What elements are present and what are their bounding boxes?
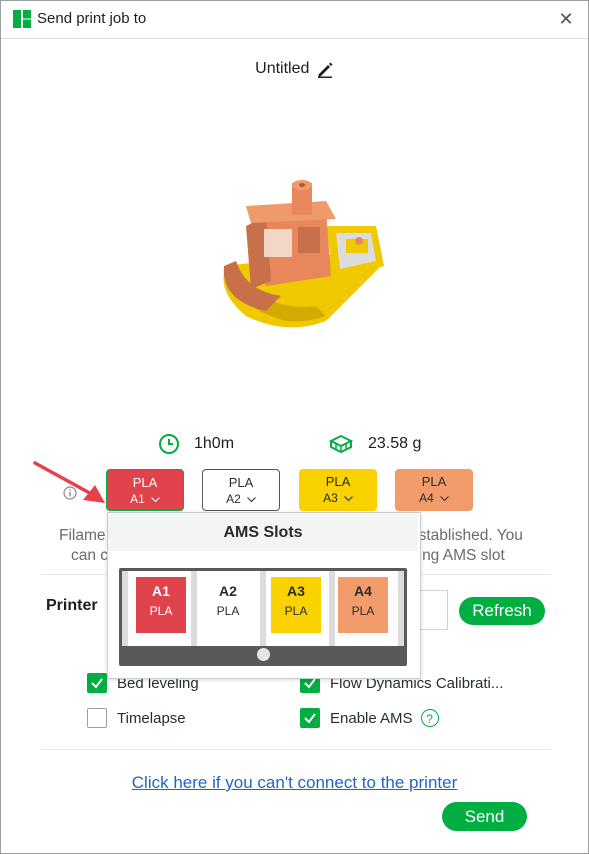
chevron-down-icon: [150, 497, 160, 503]
ams-slot-a3[interactable]: A3 PLA: [271, 577, 321, 633]
filament-type: PLA: [325, 474, 351, 489]
enable-ams-checkbox[interactable]: [300, 708, 320, 728]
red-arrow-icon: [33, 461, 105, 503]
chevron-down-icon: [439, 496, 449, 502]
ams-slot-id: A3: [287, 583, 305, 599]
filament-hint-text-2a: can c: [71, 547, 109, 564]
enable-ams-label: Enable AMS: [330, 709, 413, 727]
ams-slot-a2[interactable]: A2 PLA: [203, 577, 253, 633]
option-timelapse[interactable]: Timelapse: [87, 708, 186, 728]
filament-spool-icon: [328, 434, 354, 454]
timelapse-label: Timelapse: [117, 709, 186, 727]
window-title: Send print job to: [37, 10, 147, 27]
divider: [41, 749, 551, 750]
ams-slots-popup: AMS Slots A1 PLA A2 PLA A3 PLA A4 PLA: [107, 512, 421, 679]
title-bar: Send print job to ✕: [1, 1, 588, 39]
print-time-value: 1h0m: [194, 435, 235, 452]
job-name: Untitled: [255, 60, 310, 77]
model-preview-image: [223, 180, 384, 328]
connection-help-link[interactable]: Click here if you can't connect to the p…: [1, 773, 588, 793]
option-enable-ams[interactable]: Enable AMS ?: [300, 708, 439, 728]
send-button[interactable]: Send: [442, 802, 527, 831]
ams-popup-title: AMS Slots: [108, 513, 418, 551]
ams-rail: [260, 571, 266, 646]
ams-rail: [191, 571, 197, 646]
ams-rail: [329, 571, 335, 646]
ams-indicator-icon: [257, 648, 270, 661]
filament-selector-a1[interactable]: PLA A1: [106, 469, 184, 511]
bambu-logo-icon: [13, 10, 31, 28]
filament-type: PLA: [228, 475, 254, 490]
ams-rail: [122, 571, 128, 646]
ams-slot-material: PLA: [216, 604, 240, 618]
ams-rail: [398, 571, 404, 646]
filament-type: PLA: [132, 475, 158, 490]
filament-slot: A2: [226, 492, 241, 506]
filament-type: PLA: [421, 474, 447, 489]
filament-slot: A1: [130, 492, 145, 506]
refresh-button[interactable]: Refresh: [459, 597, 545, 625]
filament-hint-text-1b: established. You: [410, 527, 523, 544]
ams-slot-material: PLA: [351, 604, 375, 618]
job-title: Untitled: [1, 60, 588, 78]
print-time: 1h0m: [158, 433, 234, 455]
ams-slot-material: PLA: [284, 604, 308, 618]
close-icon[interactable]: ✕: [554, 7, 578, 31]
clock-icon: [159, 434, 179, 454]
ams-slot-a4[interactable]: A4 PLA: [338, 577, 388, 633]
filament-selector-a2[interactable]: PLA A2: [202, 469, 280, 511]
filament-slot: A4: [419, 491, 434, 505]
filament-weight: 23.58 g: [328, 433, 421, 455]
printer-label: Printer: [46, 597, 98, 614]
filament-slot: A3: [323, 491, 338, 505]
filament-selector-a4[interactable]: PLA A4: [395, 469, 473, 511]
ams-slot-tray: A1 PLA A2 PLA A3 PLA A4 PLA: [122, 571, 404, 646]
bed-leveling-checkbox[interactable]: [87, 673, 107, 693]
filament-hint-text-2b: ping AMS slot: [410, 547, 505, 564]
filament-selector-a3[interactable]: PLA A3: [299, 469, 377, 511]
ams-unit: A1 PLA A2 PLA A3 PLA A4 PLA: [119, 568, 407, 666]
ams-slot-id: A4: [354, 583, 372, 599]
pencil-icon[interactable]: [316, 60, 334, 78]
checkmark-icon: [304, 713, 316, 724]
chevron-down-icon: [246, 497, 256, 503]
help-icon[interactable]: ?: [420, 709, 439, 727]
ams-slot-a1[interactable]: A1 PLA: [136, 577, 186, 633]
filament-hint-text-1a: Filame: [59, 527, 106, 544]
send-print-dialog: Send print job to ✕ Untitled 1h0m 23.58 …: [0, 0, 589, 854]
ams-slot-material: PLA: [149, 604, 173, 618]
ams-slot-id: A1: [152, 583, 170, 599]
chevron-down-icon: [343, 496, 353, 502]
checkmark-icon: [91, 678, 103, 689]
timelapse-checkbox[interactable]: [87, 708, 107, 728]
ams-slot-id: A2: [219, 583, 237, 599]
filament-weight-value: 23.58 g: [368, 435, 422, 452]
